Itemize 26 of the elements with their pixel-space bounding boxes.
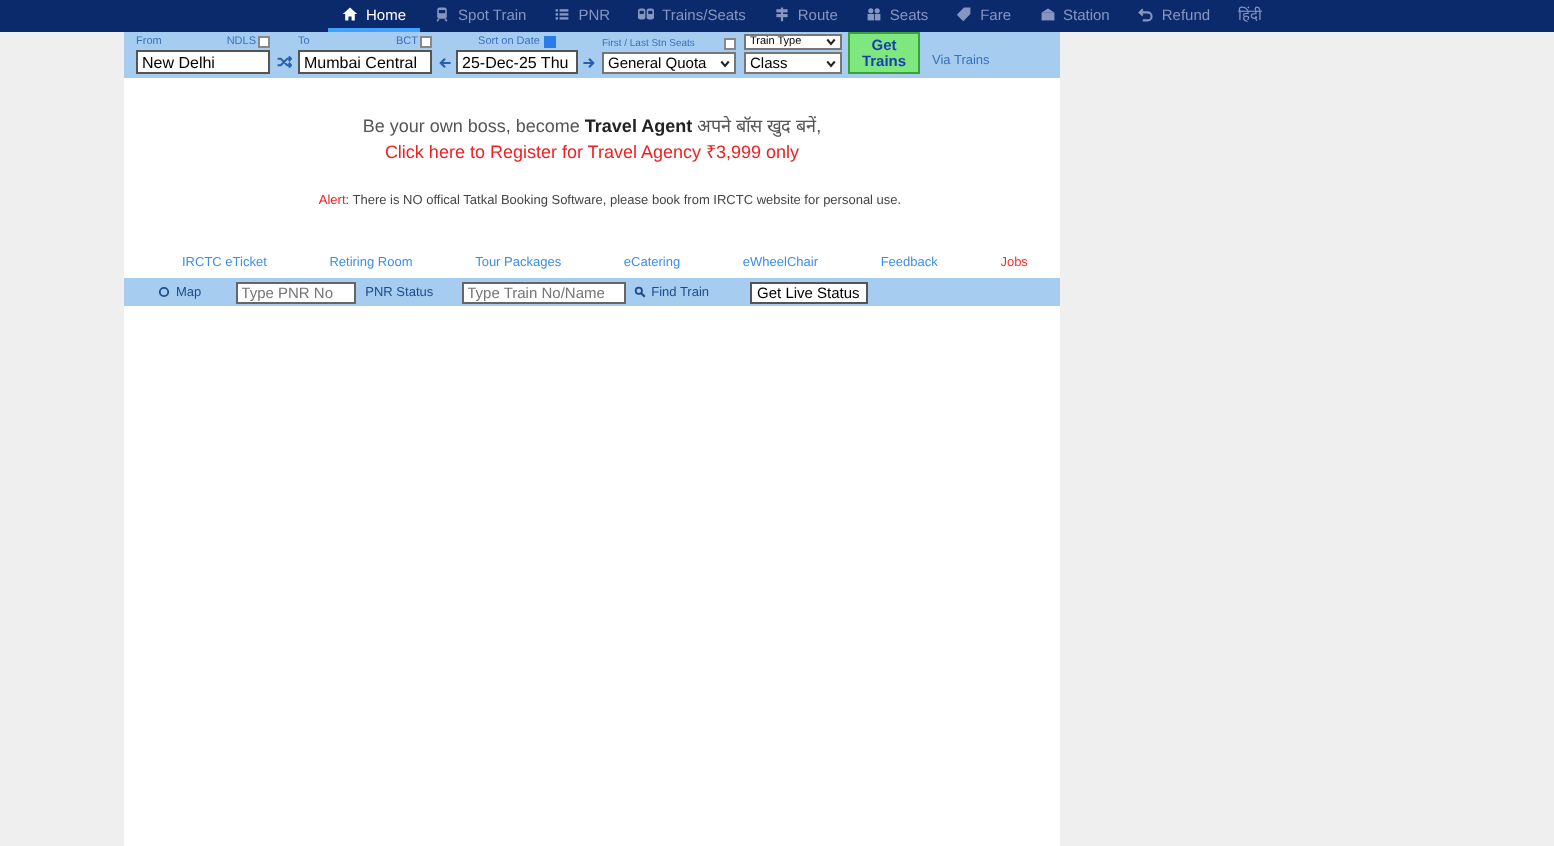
chevron-icon [720,59,730,67]
to-field[interactable]: Mumbai Central [298,50,432,74]
train-icon [434,6,451,22]
checkbox[interactable] [543,36,556,48]
people-icon [865,6,882,22]
circle-icon [158,286,170,298]
right-arrow-icon[interactable] [582,55,596,69]
signpost-icon [773,6,790,22]
date-field[interactable]: 25-Dec-25 Thu [456,50,578,74]
chevron-icon [826,59,836,67]
tag-icon [956,6,973,22]
from-field[interactable]: New Delhi [136,50,270,74]
checkbox[interactable] [420,36,432,48]
home-icon [342,6,358,22]
list-icon [554,6,571,22]
seats-icon [638,6,655,22]
undo-icon [1137,6,1154,22]
chevron-icon [826,38,836,46]
building-icon [1039,6,1055,22]
checkbox[interactable] [724,38,736,50]
search-icon [633,286,646,298]
left-arrow-icon[interactable] [438,55,452,69]
promo-text: Be your own boss, become Travel Agent अपने बॉस खुद बनें, [362,114,822,138]
checkbox[interactable] [258,36,270,48]
register-link[interactable]: Click here to Register for Travel Agency ₹3,999 only [384,138,800,164]
shuffle-icon[interactable] [276,54,292,70]
